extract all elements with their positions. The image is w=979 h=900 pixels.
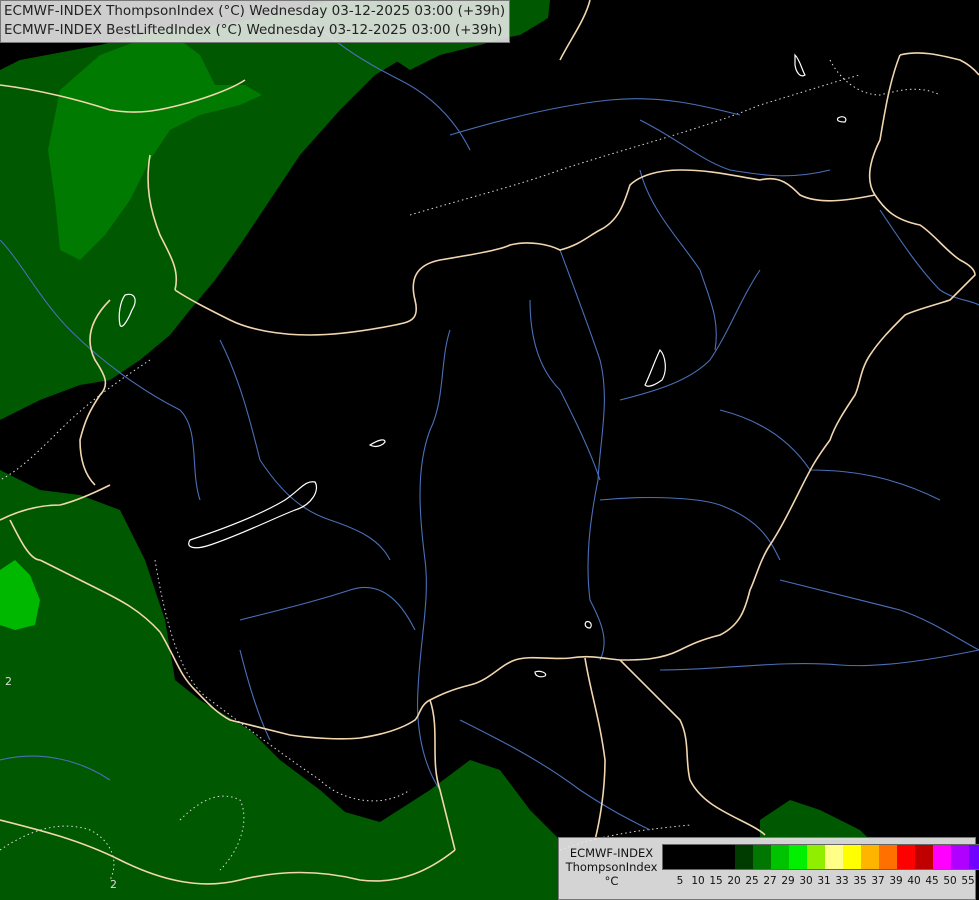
legend-tick-label: 50 bbox=[943, 875, 957, 887]
legend-tick-label: 30 bbox=[799, 875, 813, 887]
legend-swatch bbox=[735, 845, 753, 869]
legend-swatch bbox=[807, 845, 825, 869]
legend-tick-label: 33 bbox=[835, 875, 849, 887]
legend-parameter-name: ThompsonIndex bbox=[565, 860, 658, 874]
legend-tick-labels: 51015202527293031333537394045505560 bbox=[662, 875, 979, 887]
legend-tick-label: 25 bbox=[745, 875, 759, 887]
legend-tick-label: 10 bbox=[691, 875, 705, 887]
legend-swatch bbox=[789, 845, 807, 869]
legend-swatch bbox=[915, 845, 933, 869]
weather-map: 2 2 bbox=[0, 0, 979, 900]
legend-tick-label: 35 bbox=[853, 875, 867, 887]
legend-swatch bbox=[717, 845, 735, 869]
legend-tick-label: 31 bbox=[817, 875, 831, 887]
legend-swatch bbox=[843, 845, 861, 869]
legend-tick-spacer bbox=[662, 875, 671, 887]
legend-model-name: ECMWF-INDEX bbox=[569, 846, 654, 860]
legend-tick-label: 29 bbox=[781, 875, 795, 887]
legend-swatch bbox=[825, 845, 843, 869]
legend-swatch bbox=[753, 845, 771, 869]
legend-tick-label: 39 bbox=[889, 875, 903, 887]
legend-swatch bbox=[951, 845, 969, 869]
legend-swatch bbox=[879, 845, 897, 869]
title-line-best-lifted-index: ECMWF-INDEX BestLiftedIndex (°C) Wednesd… bbox=[4, 22, 503, 38]
contour-label: 2 bbox=[110, 878, 117, 891]
legend-color-bar bbox=[662, 844, 979, 870]
legend-swatch bbox=[933, 845, 951, 869]
contour-label: 2 bbox=[5, 675, 12, 688]
legend-tick-label: 5 bbox=[676, 875, 684, 887]
legend-tick-label: 55 bbox=[961, 875, 975, 887]
legend-tick-label: 27 bbox=[763, 875, 777, 887]
legend-tick-label: 20 bbox=[727, 875, 741, 887]
legend-tick-label: 45 bbox=[925, 875, 939, 887]
legend-title: ECMWF-INDEX ThompsonIndex °C bbox=[559, 846, 664, 888]
legend-tick-label: 40 bbox=[907, 875, 921, 887]
map-title-box: ECMWF-INDEX ThompsonIndex (°C) Wednesday… bbox=[0, 0, 511, 43]
legend-tick-label: 37 bbox=[871, 875, 885, 887]
legend-swatch bbox=[699, 845, 717, 869]
legend-swatch bbox=[663, 845, 681, 869]
title-line-thompson-index: ECMWF-INDEX ThompsonIndex (°C) Wednesday… bbox=[4, 3, 506, 19]
legend-swatch bbox=[969, 845, 979, 869]
color-legend: ECMWF-INDEX ThompsonIndex °C 5 10 15 20 25 27… bbox=[558, 837, 979, 900]
legend-tick-label: 15 bbox=[709, 875, 723, 887]
legend-swatch bbox=[771, 845, 789, 869]
legend-swatch bbox=[681, 845, 699, 869]
legend-swatch bbox=[897, 845, 915, 869]
legend-unit: °C bbox=[604, 874, 619, 888]
legend-swatch bbox=[861, 845, 879, 869]
